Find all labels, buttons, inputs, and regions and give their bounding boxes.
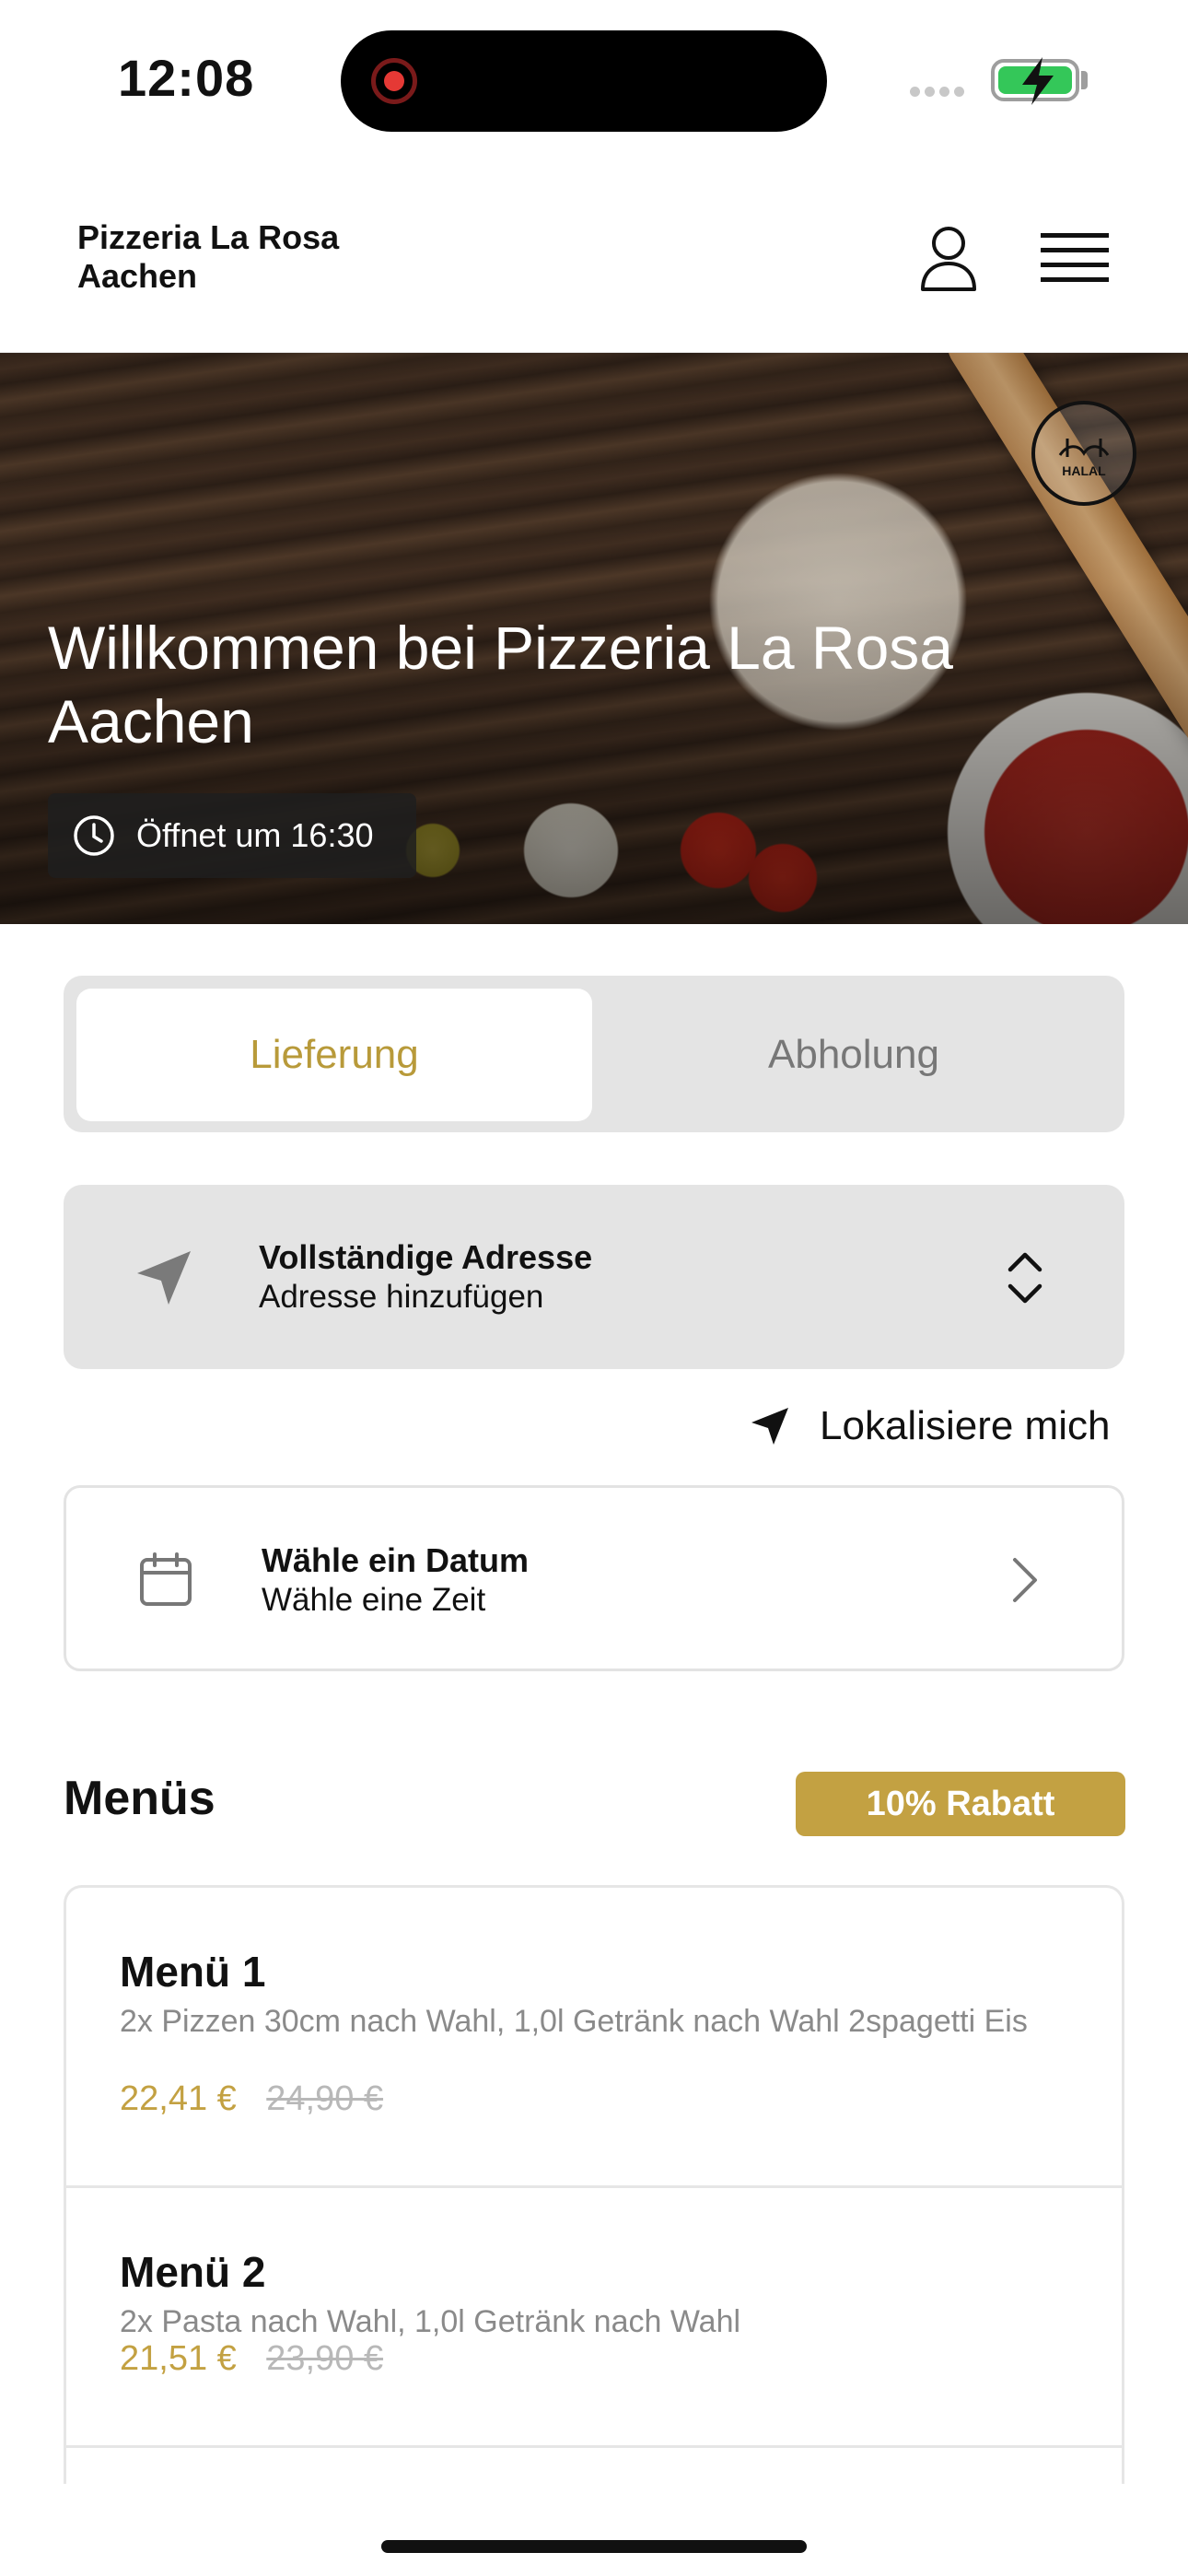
menus-section-title: Menüs bbox=[64, 1772, 215, 1825]
opening-hours-badge: Öffnet um 16:30 bbox=[48, 793, 416, 878]
location-arrow-icon bbox=[137, 1251, 191, 1305]
recording-indicator-icon bbox=[371, 58, 417, 104]
menu-item-prices: 21,51 € 23,90 € bbox=[120, 2339, 383, 2379]
locate-me-button[interactable]: Lokalisiere mich bbox=[748, 1399, 1110, 1454]
menu-item-old-price: 23,90 € bbox=[266, 2339, 384, 2378]
chevron-right-icon bbox=[1013, 1558, 1037, 1602]
signal-icon bbox=[910, 85, 974, 98]
order-mode-toggle: Lieferung Abholung bbox=[64, 976, 1124, 1132]
hamburger-menu-icon[interactable] bbox=[1037, 226, 1112, 290]
menu-item-description: 2x Pizzen 30cm nach Wahl, 1,0l Getränk n… bbox=[120, 2004, 1028, 2039]
status-bar: 12:08 bbox=[0, 0, 1188, 161]
menu-item-price: 22,41 € bbox=[120, 2079, 237, 2118]
user-icon[interactable] bbox=[912, 221, 985, 295]
halal-emblem: HALAL bbox=[1058, 439, 1110, 478]
list-item[interactable]: Menü 2 2x Pasta nach Wahl, 1,0l Getränk … bbox=[66, 2188, 1122, 2448]
locate-me-label: Lokalisiere mich bbox=[820, 1403, 1111, 1448]
halal-text: HALAL bbox=[1062, 463, 1106, 478]
tab-lieferung[interactable]: Lieferung bbox=[76, 989, 592, 1121]
date-title: Wähle ein Datum bbox=[262, 1541, 530, 1579]
navigation-arrow-icon bbox=[751, 1408, 788, 1445]
up-down-chevron-icon bbox=[1007, 1252, 1042, 1304]
address-selector[interactable]: Vollständige Adresse Adresse hinzufügen bbox=[64, 1185, 1124, 1369]
address-subtitle: Adresse hinzufügen bbox=[259, 1279, 544, 1315]
address-title: Vollständige Adresse bbox=[259, 1238, 593, 1276]
menu-list: Menü 1 2x Pizzen 30cm nach Wahl, 1,0l Ge… bbox=[64, 1885, 1124, 2484]
dynamic-island bbox=[341, 30, 827, 132]
app-header: Pizzeria La Rosa Aachen bbox=[0, 161, 1188, 353]
menu-item-name: Menü 1 bbox=[120, 1948, 266, 1996]
halal-badge-icon: HALAL bbox=[1031, 401, 1136, 506]
calendar-icon bbox=[140, 1552, 192, 1606]
date-subtitle: Wähle eine Zeit bbox=[262, 1582, 486, 1618]
home-indicator bbox=[381, 2540, 807, 2553]
list-item[interactable]: Menü 1 2x Pizzen 30cm nach Wahl, 1,0l Ge… bbox=[66, 1888, 1122, 2188]
brand-name[interactable]: Pizzeria La Rosa Aachen bbox=[77, 218, 409, 296]
menu-item-name: Menü 2 bbox=[120, 2248, 266, 2296]
menu-item-description: 2x Pasta nach Wahl, 1,0l Getränk nach Wa… bbox=[120, 2304, 741, 2339]
opening-hours-text: Öffnet um 16:30 bbox=[136, 816, 374, 854]
hero-title: Willkommen bei Pizzeria La Rosa Aachen bbox=[48, 614, 954, 755]
menu-item-old-price: 24,90 € bbox=[266, 2079, 384, 2118]
clock-icon bbox=[74, 815, 114, 856]
status-time: 12:08 bbox=[118, 49, 255, 107]
charging-bolt-icon bbox=[1022, 57, 1054, 105]
battery-cap bbox=[1081, 71, 1088, 89]
menu-item-price: 21,51 € bbox=[120, 2339, 237, 2378]
tab-abholung[interactable]: Abholung bbox=[596, 989, 1112, 1121]
menu-item-prices: 22,41 € 24,90 € bbox=[120, 2079, 383, 2119]
hero-banner: HALAL Willkommen bei Pizzeria La Rosa Aa… bbox=[0, 353, 1188, 924]
date-time-selector[interactable]: Wähle ein Datum Wähle eine Zeit bbox=[64, 1485, 1124, 1671]
discount-badge: 10% Rabatt bbox=[796, 1772, 1125, 1836]
